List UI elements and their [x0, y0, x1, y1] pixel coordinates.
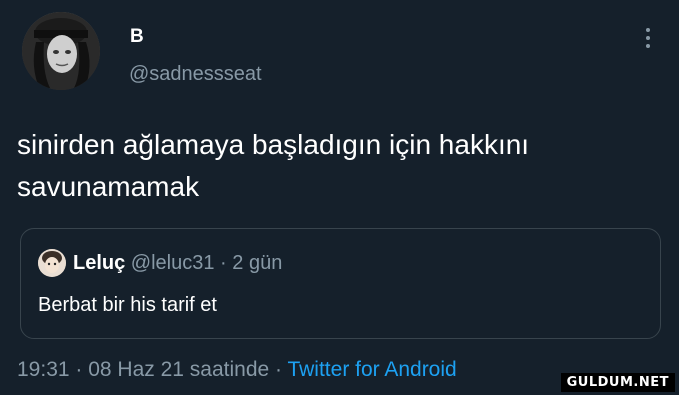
more-dot — [646, 44, 650, 48]
quoted-author-avatar — [38, 249, 66, 277]
tweet-timestamp[interactable]: 19:31 · 08 Haz 21 saatinde · — [17, 358, 287, 381]
tweet-footer: 19:31 · 08 Haz 21 saatinde · Twitter for… — [17, 358, 457, 382]
tweet-text-line: sinirden ağlamaya başladıgın için hakkın… — [17, 129, 530, 160]
site-watermark: GULDUM.NET — [560, 373, 675, 392]
author-avatar-image — [22, 12, 100, 90]
author-name[interactable]: B — [130, 26, 144, 48]
more-dot — [646, 28, 650, 32]
quoted-tweet-header: Leluç @leluc31 · 2 gün — [73, 252, 282, 275]
more-vertical-icon[interactable] — [638, 26, 658, 50]
quoted-tweet-text: Berbat bir his tarif et — [38, 294, 217, 316]
quoted-author-handle-time: @leluc31 · 2 gün — [125, 252, 283, 274]
author-handle[interactable]: @sadnessseat — [129, 63, 262, 86]
tweet-text: sinirden ağlamaya başladıgın için hakkın… — [17, 124, 657, 208]
author-avatar[interactable] — [22, 12, 100, 90]
more-dot — [646, 36, 650, 40]
quoted-tweet-card[interactable]: Leluç @leluc31 · 2 gün Berbat bir his ta… — [20, 228, 661, 339]
tweet-text-line: savunamamak — [17, 171, 200, 202]
quoted-author-avatar-image — [38, 249, 66, 277]
tweet-source-link[interactable]: Twitter for Android — [287, 358, 456, 381]
quoted-author-name[interactable]: Leluç — [73, 252, 125, 274]
